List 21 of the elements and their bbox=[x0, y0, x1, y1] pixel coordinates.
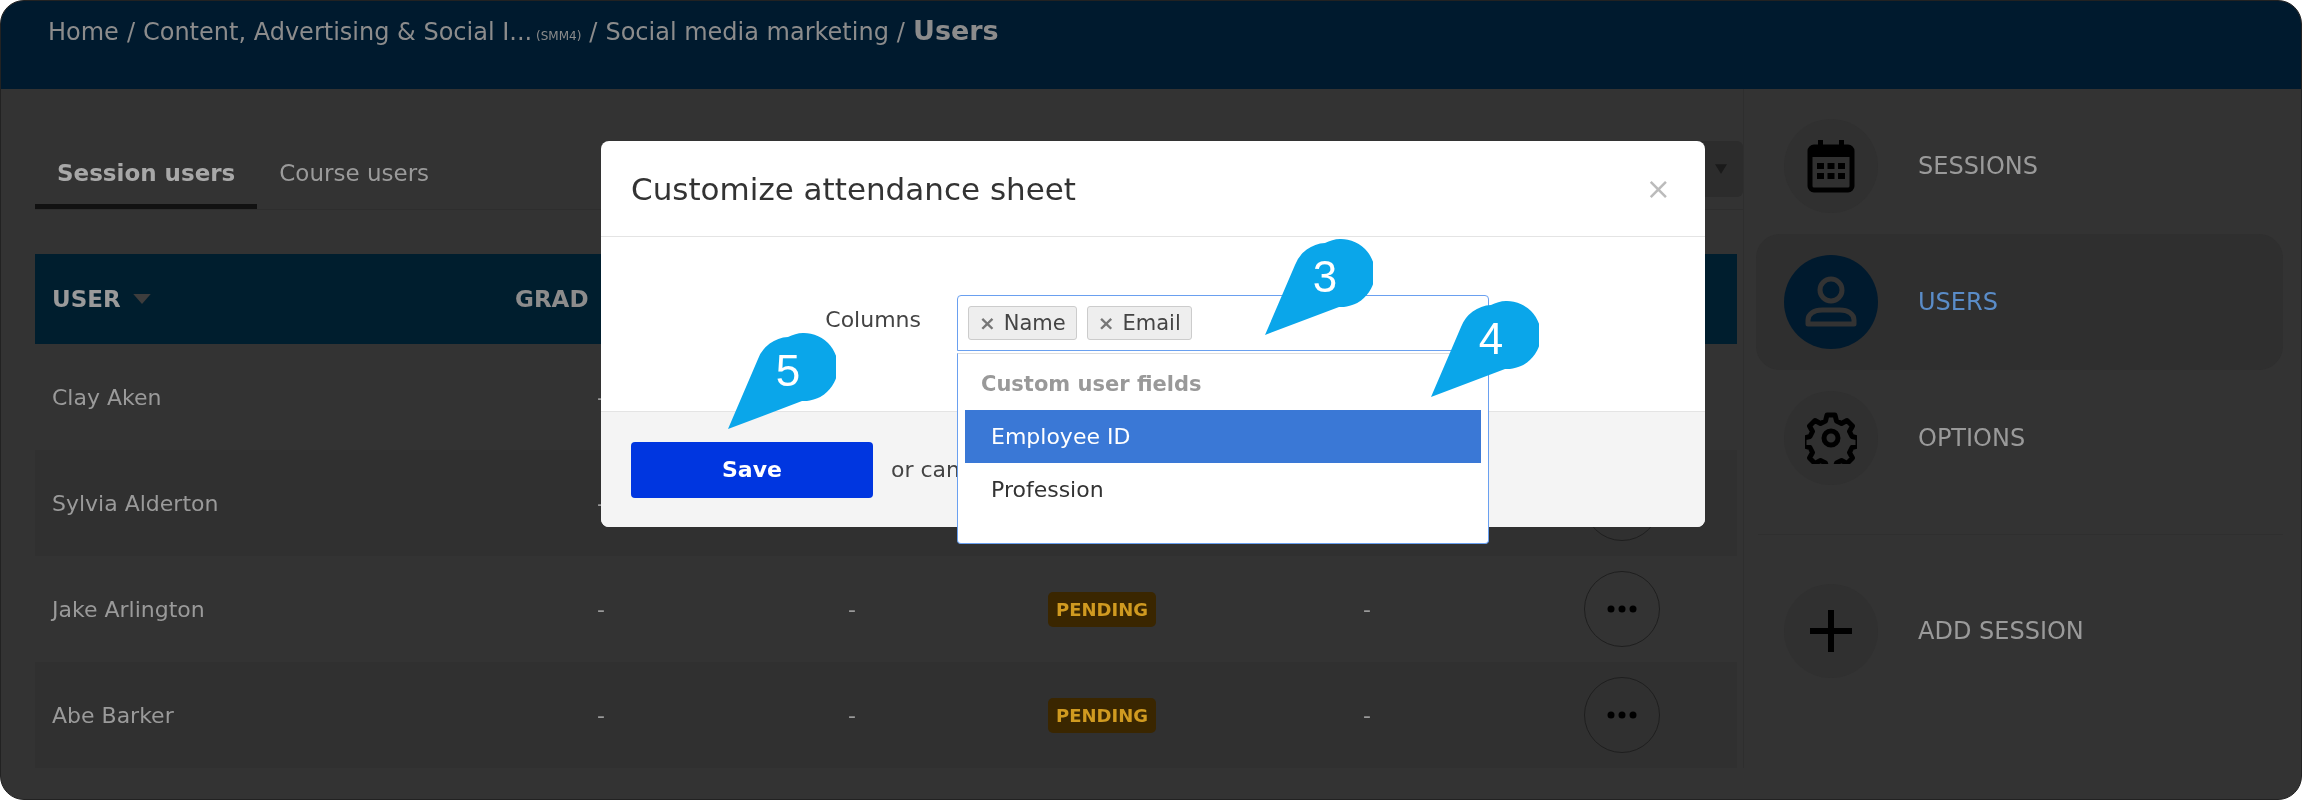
tag-label: Name bbox=[1003, 311, 1066, 335]
field-label: Columns bbox=[824, 307, 921, 332]
tag-label: Email bbox=[1122, 311, 1181, 335]
modal-title: Customize attendance sheet bbox=[631, 170, 1076, 207]
user-name-cell-text: Sylvia Alderton bbox=[51, 490, 219, 516]
option-group-label: Custom user fields bbox=[980, 371, 1203, 398]
table-cell: - bbox=[597, 702, 605, 728]
user-name-cell-text: Jake Arlington bbox=[50, 596, 205, 622]
user-name-cell-text: Clay Aken bbox=[51, 384, 162, 410]
user-name-cell-text: Abe Barker bbox=[51, 702, 174, 728]
breadcrumb-separator: / bbox=[589, 18, 598, 46]
table-cell: - bbox=[597, 596, 605, 622]
status-badge: PENDING bbox=[1048, 697, 1156, 733]
table-cell: - bbox=[1363, 596, 1371, 622]
table-cell: - bbox=[848, 702, 856, 728]
breadcrumb-separator: / bbox=[896, 18, 905, 46]
status-badge: PENDING bbox=[1048, 591, 1156, 627]
breadcrumb-current: Users bbox=[912, 15, 999, 46]
table-cell: - bbox=[1363, 702, 1371, 728]
table-cell: - bbox=[848, 596, 856, 622]
breadcrumb-separator: / bbox=[126, 18, 135, 46]
